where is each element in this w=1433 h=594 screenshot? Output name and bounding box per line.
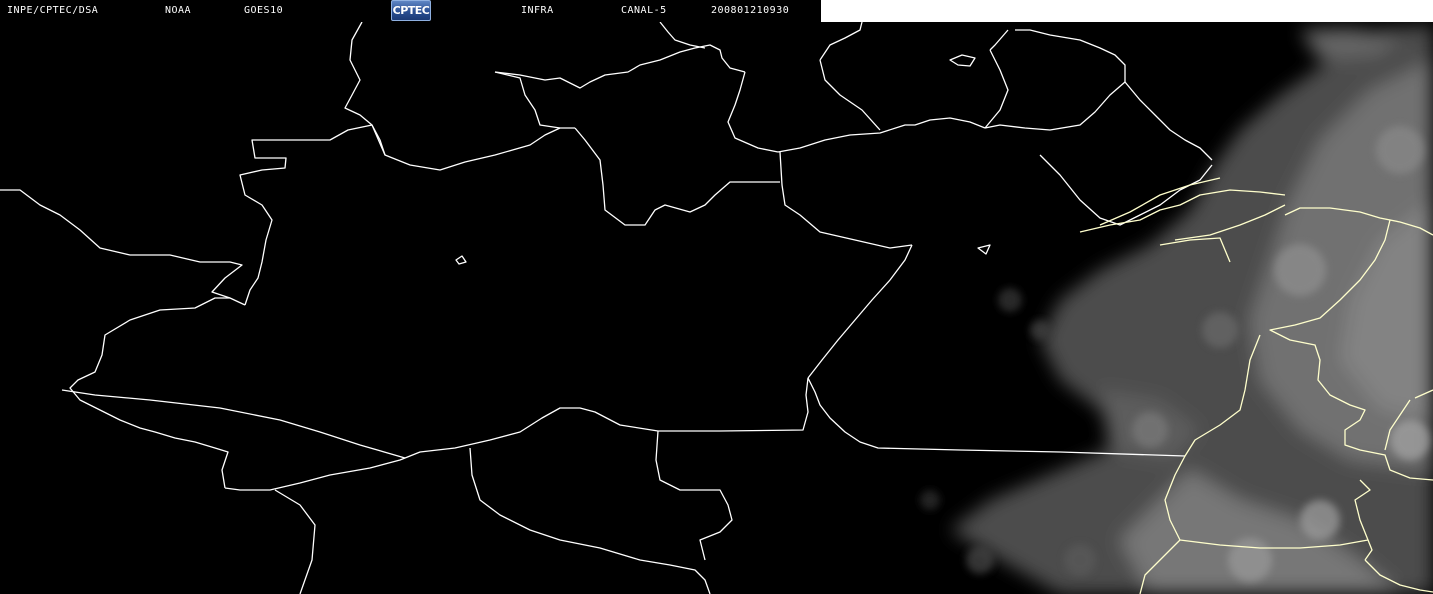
header-blank-area — [821, 0, 1433, 22]
band-label: INFRA — [521, 5, 554, 16]
border-north-arc — [344, 21, 386, 156]
satellite-map — [0, 21, 1433, 594]
border-amazonas-south — [224, 377, 809, 491]
border-para-north — [574, 127, 780, 226]
border-guyana-north — [494, 44, 746, 89]
border-top-notch — [659, 21, 706, 49]
border-rondonia-east — [655, 430, 733, 561]
border-amapa-west — [727, 71, 779, 153]
border-diagonal — [807, 244, 913, 379]
border-guiana-island — [949, 54, 976, 67]
source-label: INPE/CPTEC/DSA — [7, 5, 99, 16]
satellite-image: INPE/CPTEC/DSA NOAA GOES10 CPTEC INFRA C… — [0, 0, 1433, 594]
timestamp-label: 200801210930 — [711, 5, 790, 16]
border-suriname — [777, 117, 986, 153]
cptec-logo: CPTEC — [391, 0, 431, 21]
satellite-label: GOES10 — [244, 5, 284, 16]
border-bolivia-west — [274, 489, 316, 594]
border-amapa-coast — [1124, 81, 1213, 161]
border-venezuela — [494, 71, 561, 129]
border-french-guiana — [819, 21, 1126, 131]
border-amazonas-lake-2 — [977, 244, 991, 255]
border-suriname-inner — [984, 81, 1126, 131]
agency-label: NOAA — [165, 5, 192, 16]
border-acre — [69, 297, 230, 489]
cptec-logo-text: CPTEC — [392, 4, 430, 17]
border-state-north-west — [239, 124, 575, 306]
channel-label: CANAL-5 — [621, 5, 667, 16]
border-amazonas-lake-1 — [455, 255, 467, 265]
border-peru — [61, 389, 406, 459]
cloud-cover — [950, 25, 1433, 594]
border-west-coast — [0, 189, 246, 306]
border-rondonia — [469, 447, 711, 594]
border-para-amazonas — [779, 151, 913, 249]
